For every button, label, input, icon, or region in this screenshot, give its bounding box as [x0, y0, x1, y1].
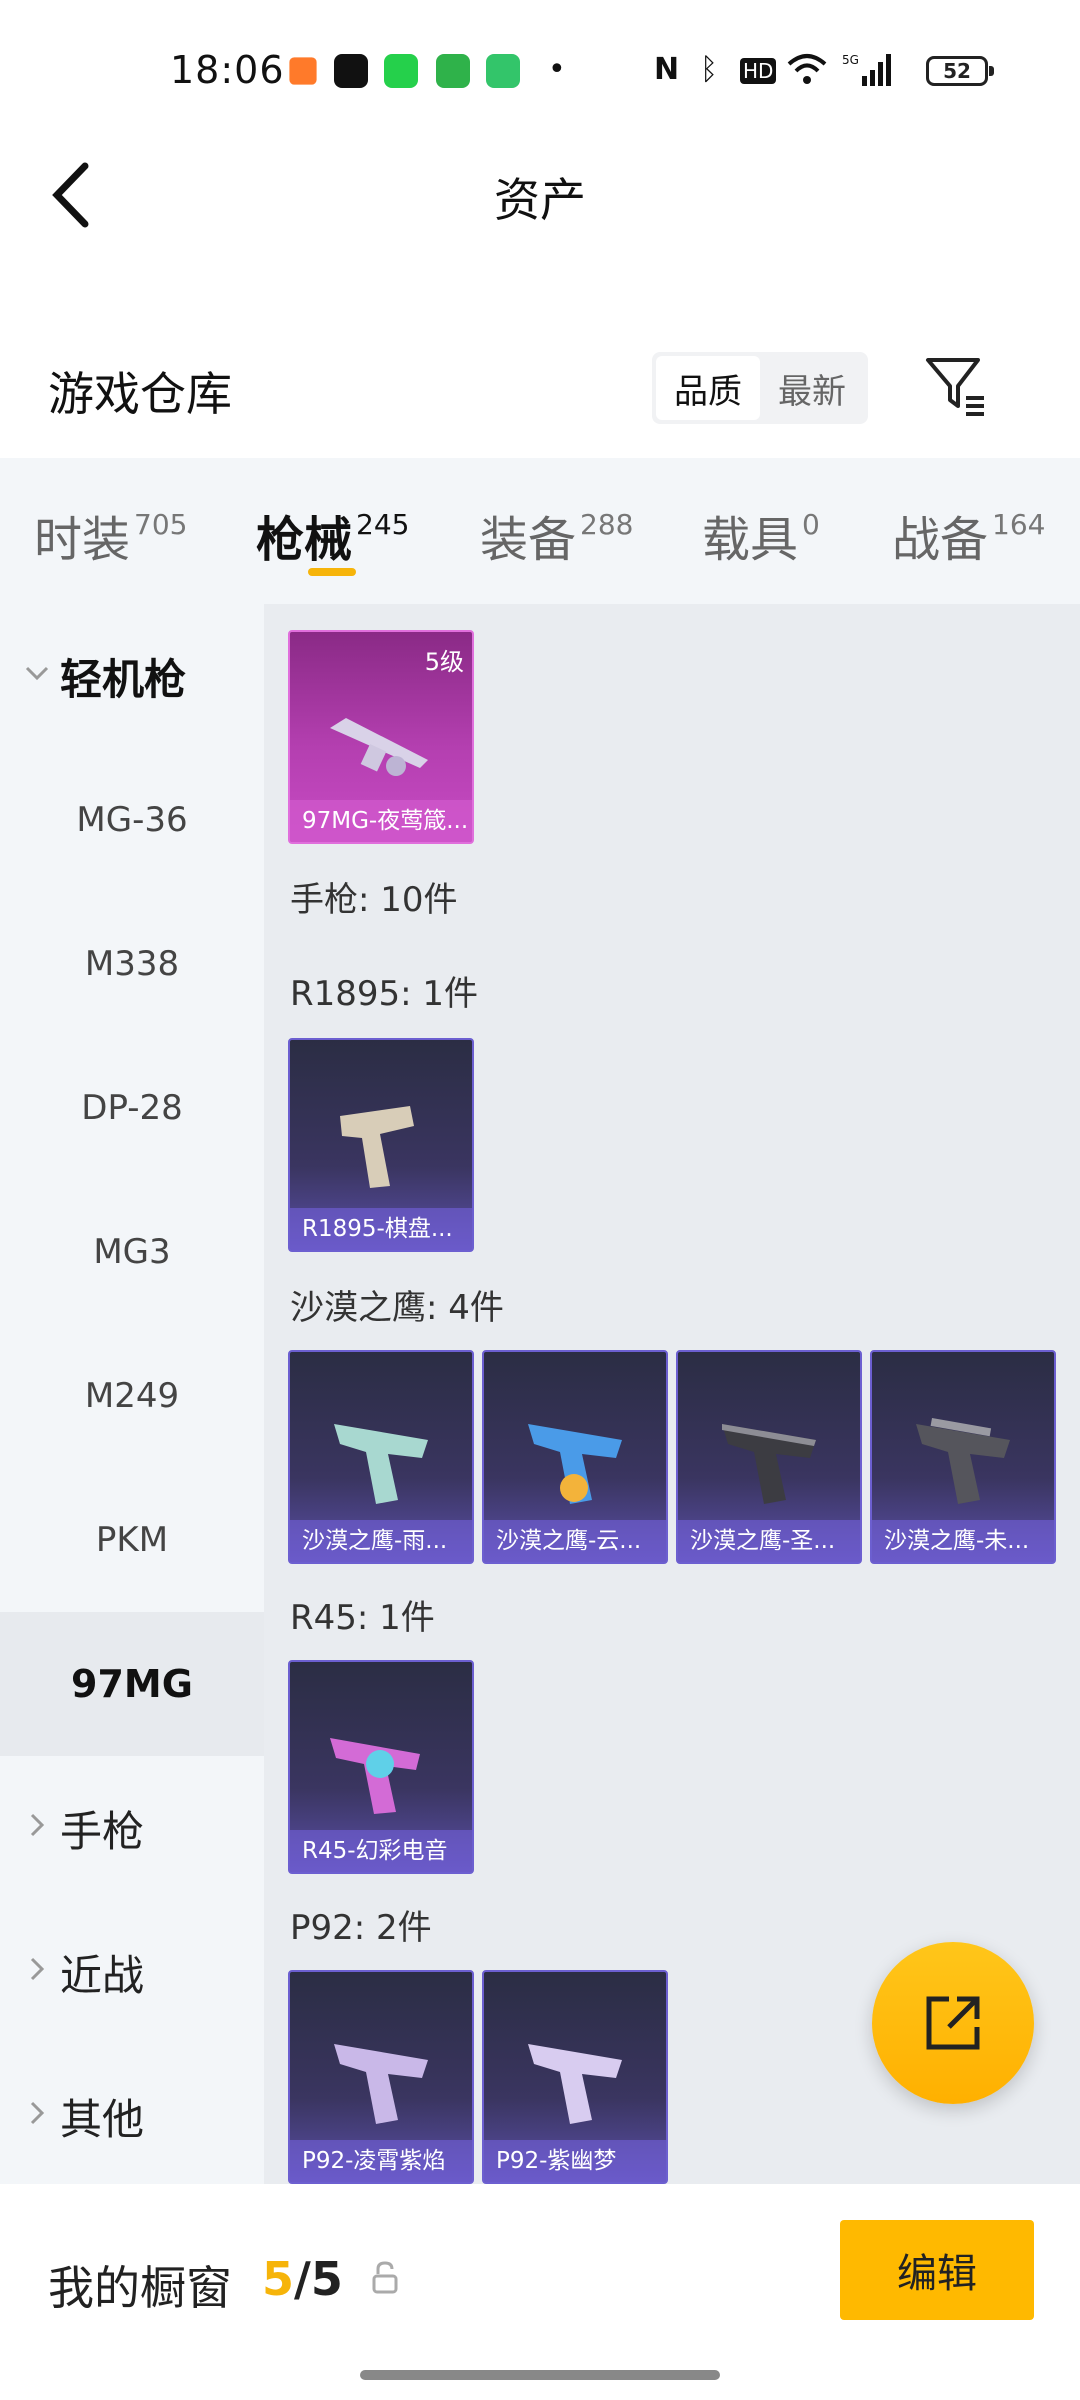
item-card[interactable]: 沙漠之鹰-未... — [870, 1350, 1056, 1564]
tab-count: 0 — [802, 508, 820, 541]
item-card[interactable]: 沙漠之鹰-圣... — [676, 1350, 862, 1564]
item-card[interactable]: 沙漠之鹰-雨... — [288, 1350, 474, 1564]
pistol-art — [528, 1424, 622, 1504]
item-name: 沙漠之鹰-圣... — [678, 1520, 860, 1562]
tiktok-icon — [334, 54, 368, 88]
section-label: 沙漠之鹰: 4件 — [290, 1288, 504, 1328]
wechat-mini-icon — [384, 54, 418, 88]
item-card[interactable]: P92-紫幽梦 — [482, 1970, 668, 2184]
sidebar-item-m338[interactable]: M338 — [0, 892, 264, 1036]
section-label: P92: 2件 — [290, 1908, 432, 1948]
filter-icon — [926, 358, 984, 416]
sort-latest-option[interactable]: 最新 — [760, 356, 864, 420]
sidebar-group-other[interactable]: 其他 — [0, 2044, 264, 2188]
showcase-count: 5/5 — [262, 2252, 343, 2306]
filter-button[interactable] — [920, 350, 990, 420]
item-name: P92-紫幽梦 — [484, 2140, 666, 2182]
signal-5g-icon: 5G — [842, 52, 892, 97]
app-icon — [436, 54, 470, 88]
tab-count: 705 — [134, 508, 188, 541]
tab-fashion[interactable]: 时装 705 — [34, 500, 187, 570]
revolver-art — [340, 1106, 414, 1188]
category-tabs: 时装 705 枪械 245 装备 288 载具 0 战备 164 — [0, 458, 1080, 604]
warehouse-title: 游戏仓库 — [48, 367, 232, 421]
chevron-right-icon — [30, 1813, 45, 1837]
item-name: R1895-棋盘... — [290, 1208, 472, 1250]
tab-vehicles[interactable]: 载具 0 — [702, 500, 820, 570]
chevron-right-icon — [30, 1957, 45, 1981]
pistol-art — [334, 2044, 428, 2124]
status-bar: 18:06 • N ᛒ HD 5G 52 — [0, 0, 1080, 140]
item-card[interactable]: P92-凌霄紫焰 — [288, 1970, 474, 2184]
tab-count: 245 — [356, 508, 410, 541]
bottom-bar: 我的橱窗 5/5 编辑 — [0, 2184, 1080, 2400]
tab-firearms[interactable]: 枪械 245 — [256, 500, 409, 570]
sidebar: 轻机枪 MG-36 M338 DP-28 MG3 M249 PKM 97MG 手… — [0, 604, 264, 2184]
section-label: R1895: 1件 — [290, 974, 479, 1014]
sidebar-group-melee[interactable]: 近战 — [0, 1900, 264, 2044]
tab-count: 288 — [580, 508, 634, 541]
sidebar-item-97mg[interactable]: 97MG — [0, 1612, 264, 1756]
wifi-icon — [786, 52, 828, 95]
pistol-art — [528, 2044, 622, 2124]
tab-supplies[interactable]: 战备 164 — [892, 500, 1045, 570]
chevron-right-icon — [30, 2101, 45, 2125]
item-card[interactable]: 5级 97MG-夜莺箴... — [288, 630, 474, 844]
item-name: P92-凌霄紫焰 — [290, 2140, 472, 2182]
sidebar-item-dp28[interactable]: DP-28 — [0, 1036, 264, 1180]
hd-icon: HD — [740, 58, 777, 84]
section-label: R45: 1件 — [290, 1598, 435, 1638]
item-card[interactable]: 沙漠之鹰-云... — [482, 1350, 668, 1564]
nfc-icon: N — [654, 52, 680, 87]
edit-button[interactable]: 编辑 — [840, 2220, 1034, 2320]
sidebar-item-mg3[interactable]: MG3 — [0, 1180, 264, 1324]
revolver-art — [330, 1738, 420, 1814]
item-name: R45-幻彩电音 — [290, 1830, 472, 1872]
page-title: 资产 — [494, 173, 586, 227]
sidebar-group-lmg[interactable]: 轻机枪 — [0, 604, 264, 748]
item-card[interactable]: R45-幻彩电音 — [288, 1660, 474, 1874]
level-badge: 5级 — [424, 648, 464, 676]
unlock-icon — [372, 2261, 398, 2294]
sort-toggle: 品质 最新 — [652, 352, 868, 424]
share-external-icon — [926, 1996, 980, 2050]
item-name: 沙漠之鹰-雨... — [290, 1520, 472, 1562]
warehouse-bar: 游戏仓库 品质 最新 — [0, 330, 1080, 450]
tab-count: 164 — [992, 508, 1046, 541]
status-time: 18:06 — [170, 48, 285, 92]
sidebar-item-pkm[interactable]: PKM — [0, 1468, 264, 1612]
item-name: 沙漠之鹰-云... — [484, 1520, 666, 1562]
sidebar-item-mg36[interactable]: MG-36 — [0, 748, 264, 892]
sort-quality-option[interactable]: 品质 — [656, 356, 760, 420]
shield-app-icon — [486, 54, 520, 88]
section-label: 手枪: 10件 — [290, 880, 458, 920]
item-name: 97MG-夜莺箴... — [290, 800, 472, 842]
home-indicator[interactable] — [360, 2370, 720, 2380]
tab-equipment[interactable]: 装备 288 — [480, 500, 633, 570]
header: 资产 — [0, 140, 1080, 250]
dot-icon: • — [548, 52, 566, 87]
svg-text:5G: 5G — [842, 53, 859, 67]
active-tab-indicator — [308, 568, 356, 576]
chevron-down-icon — [25, 666, 49, 681]
sidebar-group-pistol[interactable]: 手枪 — [0, 1756, 264, 1900]
battery-icon: 52 — [926, 56, 994, 86]
sidebar-item-m249[interactable]: M249 — [0, 1324, 264, 1468]
showcase-label: 我的橱窗 — [48, 2261, 232, 2315]
share-fab[interactable] — [872, 1942, 1034, 2104]
item-card[interactable]: R1895-棋盘... — [288, 1038, 474, 1252]
pistol-art — [334, 1424, 428, 1504]
pistol-art — [916, 1418, 1010, 1504]
pistol-art — [722, 1424, 816, 1504]
bluetooth-icon: ᛒ — [700, 52, 718, 87]
game-app-icon — [289, 57, 317, 85]
item-name: 沙漠之鹰-未... — [872, 1520, 1054, 1562]
machine-gun-art — [330, 718, 428, 776]
